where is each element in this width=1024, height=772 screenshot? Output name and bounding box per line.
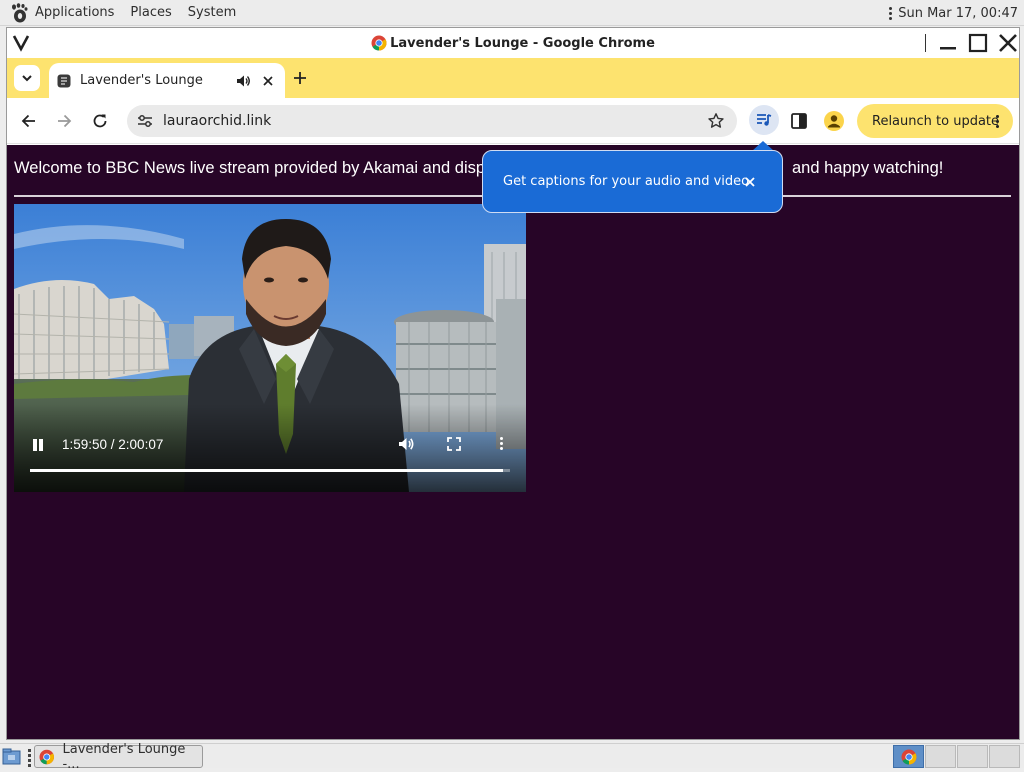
clock[interactable]: Sun Mar 17, 00:47 [898,6,1018,21]
tab-strip: Lavender's Lounge [7,58,1019,98]
pause-icon[interactable] [32,439,44,453]
welcome-text: Welcome to BBC News live stream provided… [14,159,498,177]
back-icon[interactable] [19,111,39,131]
live-caption-bubble: Get captions for your audio and video [482,150,783,213]
video-player[interactable]: 1:59:50 / 2:00:07 [14,204,526,492]
workspace-2[interactable] [925,745,956,768]
titlebar-separator [925,34,926,52]
maximize-icon[interactable] [967,32,989,54]
page-content: Welcome to BBC News live stream provided… [7,145,1019,739]
taskbar-handle-icon [28,749,31,767]
window-menu-icon[interactable] [11,32,31,52]
reload-icon[interactable] [90,111,110,131]
side-panel-icon[interactable] [789,111,809,131]
relaunch-label: Relaunch to update [872,113,1000,129]
show-desktop-icon[interactable] [2,747,22,766]
top-panel: Applications Places System Sun Mar 17, 0… [0,0,1024,26]
menu-system[interactable]: System [188,5,236,20]
minimize-icon[interactable] [937,32,959,54]
close-icon[interactable] [744,176,756,188]
workspace-3[interactable] [957,745,988,768]
menu-applications[interactable]: Applications [35,5,114,20]
titlebar[interactable]: Lavender's Lounge - Google Chrome [7,28,1019,58]
caption-bubble-text: Get captions for your audio and video [503,174,750,189]
site-info-icon[interactable] [136,112,154,130]
chrome-menu-icon[interactable] [996,115,999,128]
relaunch-to-update-button[interactable]: Relaunch to update [857,104,1013,138]
video-more-options-icon[interactable] [500,437,503,450]
tab-search-button[interactable] [14,65,40,91]
workspace-1[interactable] [893,745,924,768]
chrome-icon [39,749,55,764]
menu-places[interactable]: Places [130,5,171,20]
toolbar: lauraorchid.link Relaunch to update [7,98,1019,144]
chevron-down-icon [22,75,32,82]
media-queue-icon [757,114,772,126]
welcome-text-end: and happy watching! [792,159,944,177]
video-time: 1:59:50 / 2:00:07 [62,437,164,452]
media-controls-button[interactable] [749,105,779,135]
gnome-foot-icon[interactable] [8,2,30,24]
volume-icon[interactable] [397,435,415,453]
video-progress-fill [30,469,504,472]
panel-handle-icon [888,6,892,20]
new-tab-icon[interactable] [290,68,310,88]
chrome-icon [901,749,917,765]
bottom-panel: Lavender's Lounge -... [0,742,1024,772]
tab-close-icon[interactable] [261,74,275,88]
browser-window: Lavender's Lounge - Google Chrome Lavend… [6,27,1020,740]
fullscreen-icon[interactable] [446,436,462,452]
forward-icon[interactable] [54,111,74,131]
taskbar-label: Lavender's Lounge -... [62,741,186,772]
tab-title: Lavender's Lounge [80,73,203,88]
window-title: Lavender's Lounge - Google Chrome [390,35,655,51]
close-window-icon[interactable] [997,32,1019,54]
video-controls: 1:59:50 / 2:00:07 [14,432,526,492]
bookmark-star-icon[interactable] [707,112,725,130]
address-bar[interactable]: lauraorchid.link [127,105,737,137]
taskbar-chrome-window[interactable]: Lavender's Lounge -... [34,742,203,772]
video-progress-bar[interactable] [30,469,510,472]
site-favicon-icon [57,74,71,87]
workspace-4[interactable] [989,745,1020,768]
url-text[interactable]: lauraorchid.link [163,113,707,129]
profile-avatar-icon[interactable] [823,110,845,132]
tab-lavenders-lounge[interactable]: Lavender's Lounge [49,63,285,98]
audio-playing-icon[interactable] [235,73,251,89]
chrome-icon [371,35,387,51]
